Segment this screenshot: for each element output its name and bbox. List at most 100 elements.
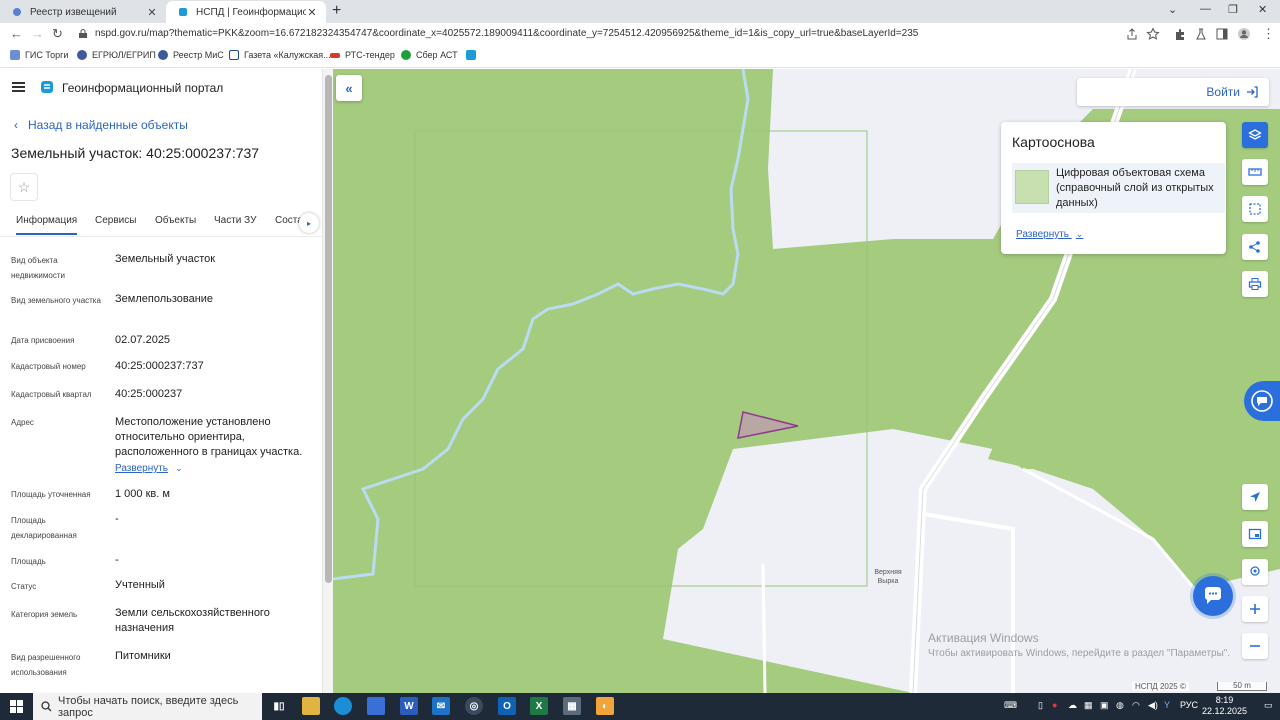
browser-tab-bar: Реестр извещений ✕ НСПД | Геоинформацион… [0, 0, 1280, 23]
wifi-icon[interactable]: ◠ [1132, 700, 1140, 711]
bookmark-sber[interactable]: Сбер АСТ [401, 50, 458, 60]
select-area-tool[interactable] [1242, 196, 1268, 222]
navigate-tool[interactable] [1242, 484, 1268, 510]
back-to-results-link[interactable]: ‹ Назад в найденные объекты [14, 118, 188, 132]
file-explorer-icon[interactable] [302, 697, 320, 715]
prop-label: Кадастровый номер [11, 362, 86, 371]
tab-information[interactable]: Информация [16, 215, 78, 235]
collapse-panel-icon[interactable]: « [336, 75, 362, 101]
back-icon[interactable]: ← [10, 26, 23, 41]
zoom-in-button[interactable] [1242, 596, 1268, 622]
notifications-icon[interactable]: ▭ [1264, 700, 1273, 711]
bookmark-gis-torgi[interactable]: ГИС Торги [10, 50, 68, 60]
site-info-icon[interactable] [78, 28, 88, 39]
opera-icon[interactable]: ● [1052, 700, 1057, 710]
browser-tab-nspd[interactable]: НСПД | Геоинформационный п ✕ [166, 1, 326, 23]
navigation-arrow-icon [1250, 492, 1260, 502]
panel-scrollbar[interactable] [322, 69, 333, 693]
map-copyright: НСПД 2025 © [1132, 682, 1189, 691]
bookmark-reestr-mis[interactable]: Реестр МиС [158, 50, 224, 60]
tab-services[interactable]: Сервисы [95, 215, 136, 226]
basemap-layer-item[interactable]: Цифровая объектовая схема (справочный сл… [1012, 163, 1225, 213]
new-tab-button[interactable]: + [332, 2, 341, 20]
task-view-icon[interactable]: ▮▯ [270, 697, 288, 715]
basemap-thumbnail [1015, 170, 1049, 204]
close-tab-icon[interactable]: ✕ [146, 6, 158, 19]
bookmark-star-icon[interactable] [1146, 27, 1160, 41]
battery-icon: ▯ [1038, 700, 1043, 710]
lab-icon[interactable] [1194, 27, 1208, 41]
bookmark-rts[interactable]: РТС-тендер [330, 50, 395, 60]
word-icon[interactable]: W [400, 697, 418, 715]
taskbar-search[interactable]: Чтобы начать поиск, введите здесь запрос [33, 693, 262, 720]
tray-app-icon[interactable]: ▣ [1100, 700, 1109, 711]
basemap-expand-link[interactable]: Развернуть ⌄ [1016, 229, 1083, 240]
cloud-icon[interactable]: ☁ [1068, 700, 1077, 711]
measure-tool[interactable] [1242, 159, 1268, 185]
minimap-tool[interactable] [1242, 521, 1268, 547]
select-area-icon [1249, 203, 1261, 215]
zoom-out-button[interactable] [1242, 633, 1268, 659]
tray-app-icon[interactable]: ◍ [1116, 700, 1124, 711]
keyboard-icon[interactable]: ⌨ [1004, 700, 1017, 711]
chevron-down-icon[interactable]: ⌄ [1168, 3, 1177, 16]
share-tool[interactable] [1242, 234, 1268, 260]
scrollbar-thumb[interactable] [325, 75, 332, 583]
mail-icon[interactable]: ✉ [432, 697, 450, 715]
sidepanel-icon[interactable] [1215, 27, 1229, 41]
bookmark-egrul[interactable]: ЕГРЮЛ/ЕГРИП [77, 50, 156, 60]
tab-objects[interactable]: Объекты [155, 215, 196, 226]
calculator-icon[interactable]: ▦ [563, 697, 581, 715]
extensions-icon[interactable] [1173, 27, 1187, 41]
scale-bar: 50 m [1217, 682, 1267, 691]
volume-icon[interactable]: ◀) [1148, 700, 1158, 711]
language-indicator[interactable]: РУС [1180, 700, 1198, 710]
close-window-icon[interactable]: ✕ [1258, 3, 1267, 16]
share-icon[interactable] [1125, 27, 1139, 41]
profile-icon[interactable] [1237, 27, 1251, 41]
nspd-icon [179, 8, 187, 16]
layers-tool[interactable] [1242, 122, 1268, 148]
menu-dots-icon[interactable]: ⋮ [1262, 26, 1275, 42]
prop-label: Вид разрешенного использования [11, 653, 81, 677]
print-tool[interactable] [1242, 271, 1268, 297]
url-field[interactable]: nspd.gov.ru/map?thematic=PKK&zoom=16.672… [95, 28, 1115, 39]
forward-icon[interactable]: → [31, 26, 44, 41]
tab-parts[interactable]: Части ЗУ [214, 215, 256, 226]
bookmark-gazeta[interactable]: Газета «Калужская... [229, 50, 331, 60]
minimize-icon[interactable]: — [1200, 3, 1211, 15]
browser-tab-reestr[interactable]: Реестр извещений ✕ [0, 1, 166, 23]
close-tab-icon[interactable]: ✕ [306, 6, 318, 19]
chat-button[interactable] [1193, 576, 1233, 616]
sber-icon [401, 50, 411, 60]
app-icon[interactable]: ◐ [596, 697, 614, 715]
tabs-scroll-right-icon[interactable]: ▸ [299, 213, 319, 233]
hamburger-menu-icon[interactable] [12, 82, 25, 92]
outlook-icon[interactable]: O [498, 697, 516, 715]
side-road [761, 563, 767, 693]
network-icon[interactable]: ▦ [1084, 700, 1093, 711]
bookmark-nspd[interactable] [466, 50, 481, 60]
favorite-star-icon[interactable]: ☆ [10, 173, 38, 201]
restore-icon[interactable]: ❐ [1228, 3, 1238, 16]
login-button[interactable]: Войти [1206, 85, 1259, 99]
prop-label: Кадастровый квартал [11, 390, 92, 399]
prop-label: Вид объекта недвижимости [11, 256, 65, 280]
geolocation-tool[interactable] [1242, 559, 1268, 585]
prop-value: - [115, 554, 119, 566]
store-icon[interactable] [367, 697, 385, 715]
selected-parcel[interactable] [737, 411, 799, 439]
address-expand-link[interactable]: Развернуть ⌄ [115, 461, 320, 476]
edge-icon[interactable] [334, 697, 352, 715]
windows-start-icon[interactable] [10, 700, 23, 713]
chrome-icon[interactable]: ◎ [465, 697, 483, 715]
login-box: Войти [1077, 78, 1269, 106]
yandex-icon[interactable]: Y [1164, 700, 1170, 710]
assistant-button[interactable] [1244, 381, 1280, 421]
excel-icon[interactable]: X [530, 697, 548, 715]
reload-icon[interactable]: ↻ [52, 26, 63, 42]
portal-title: Геоинформационный портал [62, 81, 224, 95]
clock[interactable]: 8:19 22.12.2025 [1202, 695, 1247, 717]
geolocation-icon [1250, 566, 1260, 576]
map-canvas[interactable]: « Войти Картооснова Цифровая объектовая … [333, 69, 1280, 693]
